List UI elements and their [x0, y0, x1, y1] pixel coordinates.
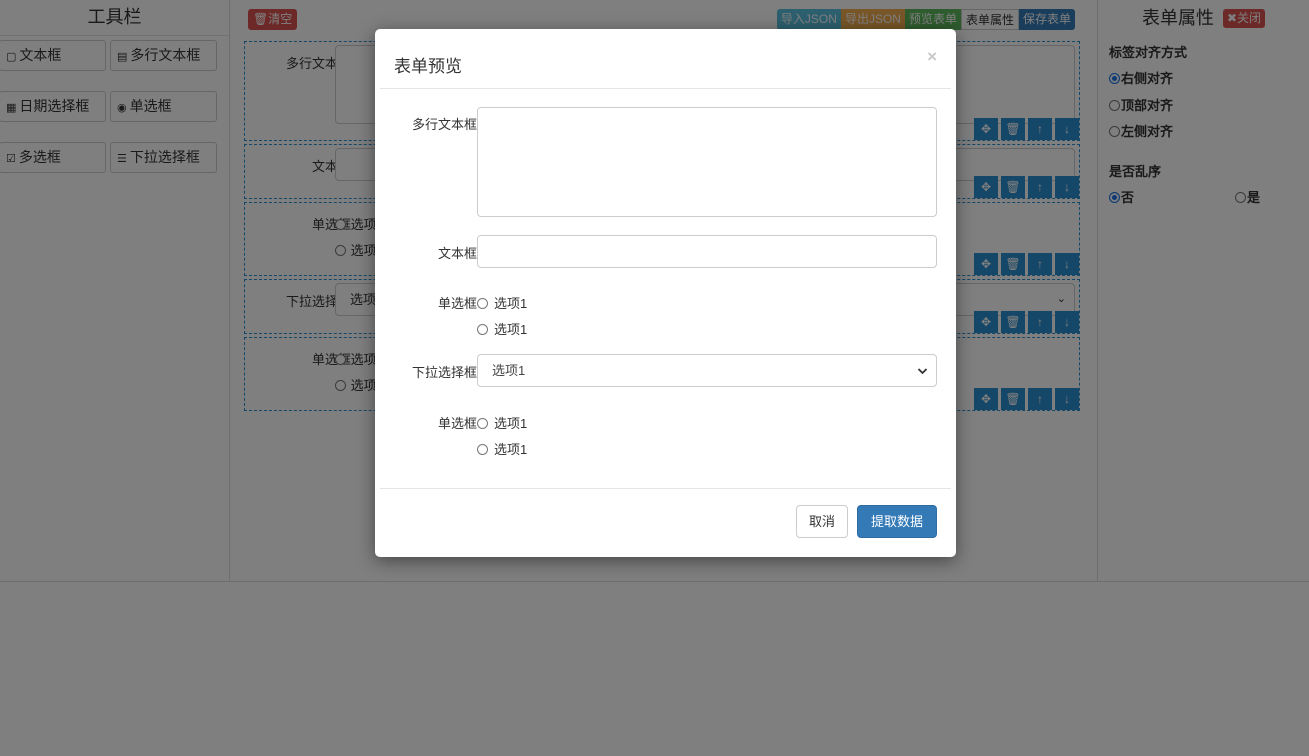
cancel-button[interactable]: 取消	[796, 505, 848, 538]
radio1-label: 单选框	[437, 296, 477, 311]
preview-textarea[interactable]	[477, 107, 937, 217]
select-label: 下拉选择框	[411, 365, 477, 380]
textarea-label: 多行文本框	[411, 117, 477, 132]
modal-footer: 取消 提取数据	[380, 488, 951, 557]
radio-icon	[477, 298, 488, 309]
radio2-option[interactable]: 选项1	[477, 413, 527, 432]
radio-icon	[477, 324, 488, 335]
radio2-option[interactable]: 选项1	[477, 439, 527, 458]
radio-icon	[477, 444, 488, 455]
radio2-label: 单选框	[437, 416, 477, 431]
extract-data-button[interactable]: 提取数据	[857, 505, 937, 538]
modal-title: 表单预览	[394, 57, 462, 76]
modal-header: 表单预览 ×	[380, 29, 951, 89]
radio1-option[interactable]: 选项1	[477, 319, 527, 338]
close-icon[interactable]: ×	[927, 47, 937, 67]
radio1-option[interactable]: 选项1	[477, 293, 527, 312]
preview-select[interactable]: 选项1	[477, 354, 937, 387]
preview-text-input[interactable]	[477, 235, 937, 268]
chevron-down-icon	[917, 356, 928, 400]
form-preview-modal: 表单预览 × 多行文本框 文本框 单选框 选项1 选项1 下拉选择框 选项1 单…	[375, 29, 956, 557]
input-label: 文本框	[437, 246, 477, 261]
radio-icon	[477, 418, 488, 429]
